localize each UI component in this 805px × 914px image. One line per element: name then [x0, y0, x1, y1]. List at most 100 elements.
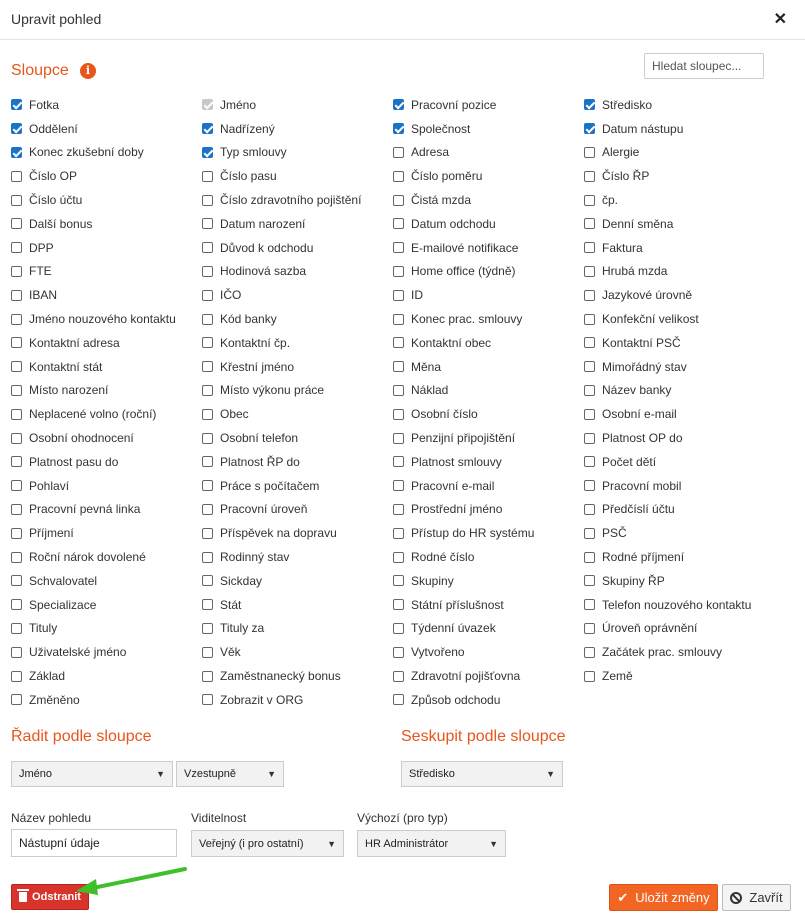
column-option[interactable]: Vytvořeno	[393, 640, 584, 664]
column-checkbox[interactable]	[584, 408, 595, 420]
column-option[interactable]: Místo výkonu práce	[202, 379, 393, 403]
column-option[interactable]: Číslo poměru	[393, 164, 584, 188]
column-option[interactable]: Pracovní pozice	[393, 93, 584, 117]
column-option[interactable]: Jméno	[202, 93, 393, 117]
column-option[interactable]: Změněno	[11, 688, 202, 712]
column-checkbox[interactable]	[11, 242, 22, 254]
column-checkbox[interactable]	[202, 384, 213, 396]
sort-column-select[interactable]: Jméno ▼	[11, 761, 173, 787]
column-option[interactable]: Název banky	[584, 379, 775, 403]
column-checkbox[interactable]	[393, 432, 404, 444]
column-option[interactable]: Základ	[11, 664, 202, 688]
column-checkbox[interactable]	[393, 242, 404, 254]
column-option[interactable]: FTE	[11, 260, 202, 284]
column-option[interactable]: Denní směna	[584, 212, 775, 236]
column-checkbox[interactable]	[393, 527, 404, 539]
column-option[interactable]: Alergie	[584, 141, 775, 165]
column-search-input[interactable]	[644, 53, 764, 79]
column-option[interactable]: Jazykové úrovně	[584, 283, 775, 307]
column-checkbox[interactable]	[11, 432, 22, 444]
column-checkbox[interactable]	[584, 551, 595, 563]
column-checkbox[interactable]	[11, 170, 22, 182]
column-checkbox[interactable]	[584, 527, 595, 539]
view-name-input[interactable]	[11, 829, 177, 857]
column-checkbox[interactable]	[393, 170, 404, 182]
column-checkbox[interactable]	[11, 337, 22, 349]
column-checkbox[interactable]	[393, 289, 404, 301]
sort-direction-select[interactable]: Vzestupně ▼	[176, 761, 284, 787]
column-option[interactable]: Oddělení	[11, 117, 202, 141]
column-checkbox[interactable]	[393, 337, 404, 349]
column-option[interactable]: IBAN	[11, 283, 202, 307]
column-checkbox[interactable]	[11, 408, 22, 420]
column-option[interactable]: Tituly	[11, 617, 202, 641]
column-checkbox[interactable]	[11, 123, 22, 135]
close-button[interactable]: Zavřít	[722, 884, 791, 911]
visibility-select[interactable]: Veřejný (i pro ostatní) ▼	[191, 830, 344, 857]
column-checkbox[interactable]	[202, 361, 213, 373]
info-icon[interactable]: i	[80, 63, 96, 79]
column-checkbox[interactable]	[584, 313, 595, 325]
column-option[interactable]: Platnost ŘP do	[202, 450, 393, 474]
column-checkbox[interactable]	[584, 480, 595, 492]
column-checkbox[interactable]	[393, 123, 404, 135]
column-option[interactable]: Pracovní e-mail	[393, 474, 584, 498]
column-option[interactable]: Stát	[202, 593, 393, 617]
column-option[interactable]: Číslo zdravotního pojištění	[202, 188, 393, 212]
column-checkbox[interactable]	[393, 384, 404, 396]
column-option[interactable]: Jméno nouzového kontaktu	[11, 307, 202, 331]
column-option[interactable]: Pohlaví	[11, 474, 202, 498]
column-checkbox[interactable]	[11, 99, 22, 111]
column-option[interactable]: Adresa	[393, 141, 584, 165]
column-option[interactable]: Uživatelské jméno	[11, 640, 202, 664]
column-checkbox[interactable]	[584, 599, 595, 611]
column-option[interactable]: Neplacené volno (roční)	[11, 402, 202, 426]
column-option[interactable]: PSČ	[584, 521, 775, 545]
column-option[interactable]: Kontaktní čp.	[202, 331, 393, 355]
column-checkbox[interactable]	[393, 503, 404, 515]
column-checkbox[interactable]	[11, 289, 22, 301]
column-checkbox[interactable]	[202, 146, 213, 158]
column-checkbox[interactable]	[202, 170, 213, 182]
column-checkbox[interactable]	[393, 194, 404, 206]
column-option[interactable]: Týdenní úvazek	[393, 617, 584, 641]
save-button[interactable]: ✔ Uložit změny	[609, 884, 718, 911]
column-checkbox[interactable]	[11, 527, 22, 539]
column-option[interactable]: Kontaktní obec	[393, 331, 584, 355]
column-option[interactable]: ID	[393, 283, 584, 307]
column-option[interactable]: Další bonus	[11, 212, 202, 236]
column-checkbox[interactable]	[584, 456, 595, 468]
column-checkbox[interactable]	[202, 337, 213, 349]
column-option[interactable]: Osobní číslo	[393, 402, 584, 426]
column-checkbox[interactable]	[11, 599, 22, 611]
column-checkbox[interactable]	[584, 622, 595, 634]
column-checkbox[interactable]	[202, 456, 213, 468]
column-option[interactable]: Způsob odchodu	[393, 688, 584, 712]
column-checkbox[interactable]	[11, 622, 22, 634]
column-checkbox[interactable]	[11, 218, 22, 230]
column-checkbox[interactable]	[202, 670, 213, 682]
column-checkbox[interactable]	[202, 551, 213, 563]
column-checkbox[interactable]	[584, 361, 595, 373]
column-checkbox[interactable]	[393, 218, 404, 230]
column-option[interactable]: Kontaktní PSČ	[584, 331, 775, 355]
column-checkbox[interactable]	[11, 646, 22, 658]
column-option[interactable]: Počet dětí	[584, 450, 775, 474]
column-option[interactable]: Středisko	[584, 93, 775, 117]
column-checkbox[interactable]	[393, 694, 404, 706]
column-checkbox[interactable]	[584, 123, 595, 135]
column-option[interactable]: Obec	[202, 402, 393, 426]
column-checkbox[interactable]	[584, 384, 595, 396]
column-option[interactable]: Home office (týdně)	[393, 260, 584, 284]
column-option[interactable]: Skupiny ŘP	[584, 569, 775, 593]
column-option[interactable]: Sickday	[202, 569, 393, 593]
column-option[interactable]: Mimořádný stav	[584, 355, 775, 379]
column-checkbox[interactable]	[202, 313, 213, 325]
column-option[interactable]: Křestní jméno	[202, 355, 393, 379]
column-option[interactable]: Příspěvek na dopravu	[202, 521, 393, 545]
column-checkbox[interactable]	[584, 575, 595, 587]
column-checkbox[interactable]	[393, 575, 404, 587]
column-checkbox[interactable]	[584, 432, 595, 444]
column-checkbox[interactable]	[393, 265, 404, 277]
column-checkbox[interactable]	[393, 551, 404, 563]
